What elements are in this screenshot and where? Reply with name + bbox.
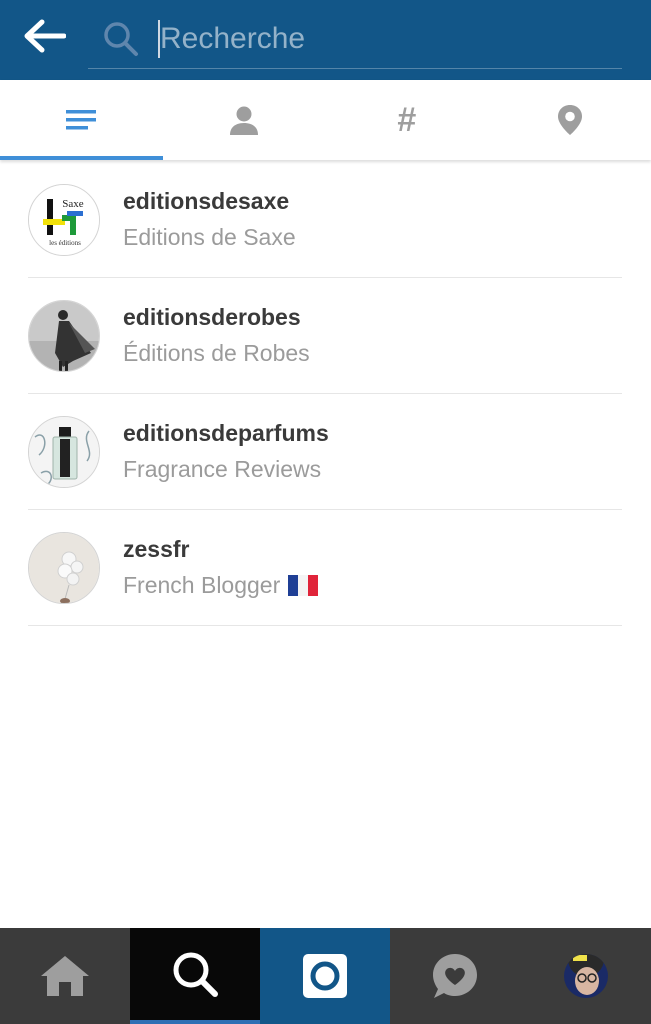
fashion-model-photo [29, 301, 99, 371]
camera-icon [303, 954, 347, 998]
result-full-name: Éditions de Robes [123, 340, 310, 366]
svg-text:Saxe: Saxe [62, 198, 84, 210]
list-item[interactable]: editionsderobes Éditions de Robes [28, 278, 622, 394]
search-tabs: # [0, 80, 651, 160]
top-app-bar [0, 0, 651, 80]
back-arrow-icon [24, 19, 66, 53]
home-icon [41, 956, 89, 996]
list-lines-icon [66, 110, 97, 130]
list-item[interactable]: editionsdeparfums Fragrance Reviews [28, 394, 622, 510]
avatar[interactable] [28, 416, 100, 488]
nav-activity-button[interactable] [390, 928, 520, 1024]
result-full-name: Fragrance Reviews [123, 456, 322, 482]
nav-search-button[interactable] [130, 928, 260, 1024]
perfume-bottle-photo [29, 417, 99, 487]
bottom-navigation [0, 928, 651, 1024]
result-username: zessfr [123, 536, 190, 562]
french-flag-emoji [288, 575, 319, 596]
search-field[interactable] [88, 12, 622, 69]
nav-profile-button[interactable] [520, 928, 651, 1024]
profile-avatar [563, 954, 608, 998]
list-item[interactable]: Saxe les éditions editionsdesaxe Edition… [28, 162, 622, 278]
balloons-photo [29, 533, 99, 603]
hashtag-icon: # [397, 101, 417, 139]
tab-places[interactable] [488, 80, 651, 160]
person-icon [230, 106, 259, 135]
list-item[interactable]: zessfr French Blogger [28, 510, 622, 626]
nav-home-button[interactable] [0, 928, 130, 1024]
editions-de-saxe-logo: Saxe les éditions [29, 185, 99, 255]
avatar[interactable]: Saxe les éditions [28, 184, 100, 256]
search-icon [173, 952, 218, 997]
tab-people[interactable] [163, 80, 326, 160]
result-username: editionsderobes [123, 304, 301, 330]
search-results-list: Saxe les éditions editionsdesaxe Edition… [0, 162, 651, 626]
result-username: editionsdeparfums [123, 420, 329, 446]
search-input[interactable] [160, 18, 600, 60]
tab-top[interactable] [0, 80, 163, 160]
heart-bubble-icon [433, 954, 477, 998]
back-button[interactable] [18, 14, 70, 58]
search-icon [104, 22, 138, 56]
svg-text:les éditions: les éditions [49, 239, 81, 247]
result-full-name: Editions de Saxe [123, 224, 296, 250]
nav-camera-button[interactable] [260, 928, 390, 1024]
avatar[interactable] [28, 532, 100, 604]
result-full-name: French Blogger [123, 572, 319, 599]
avatar[interactable] [28, 300, 100, 372]
result-username: editionsdesaxe [123, 188, 290, 214]
result-full-name-text: French Blogger [123, 572, 281, 598]
tab-tags[interactable]: # [326, 80, 489, 160]
location-pin-icon [557, 105, 582, 135]
